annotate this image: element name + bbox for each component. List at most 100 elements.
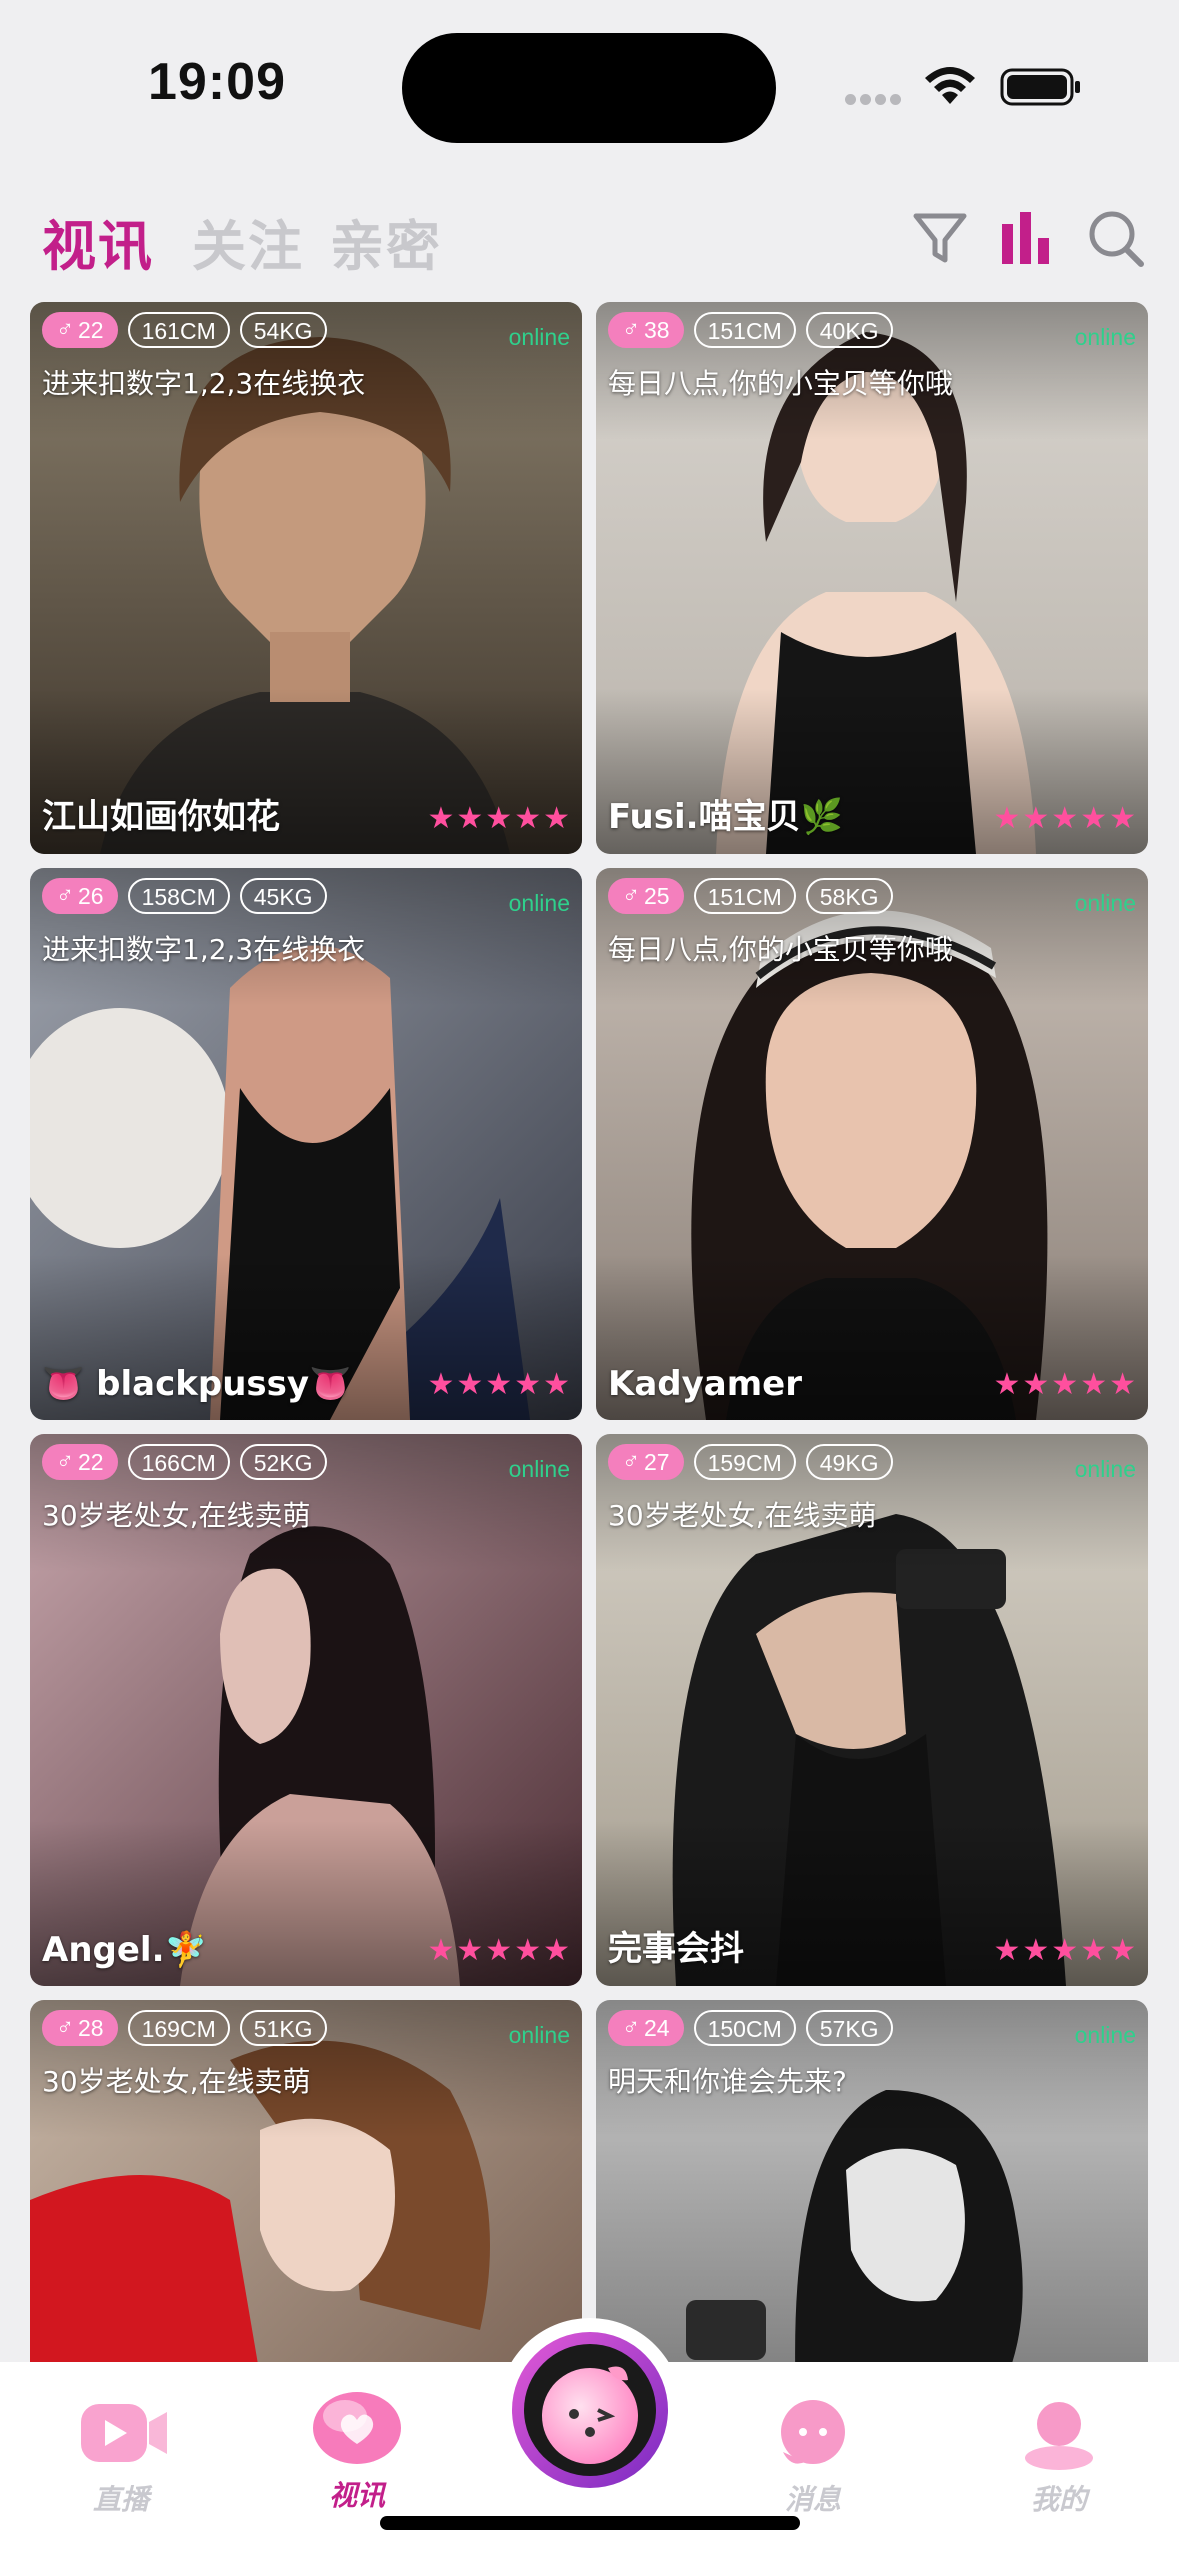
star-icon: ★ [993,1368,1021,1401]
user-card[interactable]: ♂ 28 169CM 51KG online 30岁老处女,在线卖萌 [30,2000,582,2362]
height-tag: 150CM [693,2010,796,2046]
online-status: online [508,890,570,916]
nav-label: 我的 [1030,2483,1087,2516]
online-status: online [1074,2022,1136,2048]
rating-stars: ★ ★ ★ ★ ★ [993,1370,1136,1400]
card-tags: ♂ 25 151CM 58KG [608,878,893,916]
star-icon: ★ [514,1368,542,1401]
weight-tag: 40KG [805,312,893,348]
video-chat-icon [313,2392,401,2464]
wifi-icon [925,67,975,104]
user-card[interactable]: ♂ 22 161CM 54KG online 进来扣数字1,2,3在线换衣 江山如… [30,302,582,854]
rating-stars: ★ ★ ★ ★ ★ [427,804,570,834]
male-icon: ♂ [622,2014,640,2041]
user-card[interactable]: ♂ 25 151CM 58KG online 每日八点,你的小宝贝等你哦 Kady… [596,868,1148,1420]
online-status: online [508,1456,570,1482]
gender-age-badge: ♂ 27 [608,1444,684,1480]
star-icon: ★ [456,802,484,835]
star-icon: ★ [1080,1368,1108,1401]
card-tags: ♂ 22 161CM 54KG [42,312,327,350]
filter-icon[interactable] [910,204,970,270]
height-tag: 158CM [127,878,230,914]
message-icon [781,2400,845,2464]
card-intro: 明天和你谁会先来? [608,2065,847,2098]
nav-item-video[interactable]: 视讯 [282,2380,432,2514]
nav-label: 消息 [784,2483,841,2516]
gender-age-badge: ♂ 28 [42,2010,118,2046]
male-icon: ♂ [56,316,74,343]
weight-tag: 54KG [239,312,327,348]
tab-follow[interactable]: 关注 [192,202,304,281]
star-icon: ★ [427,802,455,835]
star-icon: ★ [485,1368,513,1401]
male-icon: ♂ [56,882,74,909]
tab-intimate[interactable]: 亲密 [330,202,442,281]
user-card[interactable]: ♂ 26 158CM 45KG online 进来扣数字1,2,3在线换衣 👅 b… [30,868,582,1420]
card-intro: 每日八点,你的小宝贝等你哦 [608,367,953,400]
star-icon: ★ [1022,802,1050,835]
weight-tag: 57KG [805,2010,893,2046]
height-tag: 166CM [127,1444,230,1480]
rating-stars: ★ ★ ★ ★ ★ [993,804,1136,834]
search-icon[interactable] [1086,204,1146,270]
height-tag: 151CM [693,312,796,348]
status-time: 19:09 [148,53,286,111]
age: 25 [644,883,670,909]
user-card[interactable]: ♂ 24 150CM 57KG online 明天和你谁会先来? [596,2000,1148,2362]
gender-age-badge: ♂ 38 [608,312,684,348]
home-indicator [380,2516,800,2530]
age: 24 [644,2015,670,2041]
age: 38 [644,317,670,343]
card-tags: ♂ 27 159CM 49KG [608,1444,893,1482]
star-icon: ★ [993,1934,1021,1967]
height-tag: 151CM [693,878,796,914]
gender-age-badge: ♂ 24 [608,2010,684,2046]
gender-age-badge: ♂ 22 [42,1444,118,1480]
star-icon: ★ [485,1934,513,1967]
card-intro: 进来扣数字1,2,3在线换衣 [42,367,366,400]
user-card[interactable]: ♂ 27 159CM 49KG online 30岁老处女,在线卖萌 完事会抖 ★… [596,1434,1148,1986]
card-tags: ♂ 22 166CM 52KG [42,1444,327,1482]
nav-item-profile[interactable]: 我的 [984,2392,1134,2518]
live-video-icon [81,2404,167,2462]
height-tag: 169CM [127,2010,230,2046]
age: 28 [78,2015,104,2041]
nav-label: 视讯 [328,2479,385,2512]
gender-age-badge: ♂ 26 [42,878,118,914]
weight-tag: 49KG [805,1444,893,1480]
tab-video[interactable]: 视讯 [42,202,154,281]
center-action-button[interactable] [498,2318,682,2502]
card-nickname: Angel.🧚 [42,1930,207,1970]
user-card[interactable]: ♂ 38 151CM 40KG online 每日八点,你的小宝贝等你哦 Fusi… [596,302,1148,854]
male-icon: ♂ [56,1448,74,1475]
nav-item-live[interactable]: 直播 [46,2392,196,2518]
age: 26 [78,883,104,909]
gender-age-badge: ♂ 25 [608,878,684,914]
user-card[interactable]: ♂ 22 166CM 52KG online 30岁老处女,在线卖萌 Angel.… [30,1434,582,1986]
card-tags: ♂ 26 158CM 45KG [42,878,327,916]
star-icon: ★ [1022,1934,1050,1967]
rating-stars: ★ ★ ★ ★ ★ [993,1936,1136,1966]
card-intro: 每日八点,你的小宝贝等你哦 [608,933,953,966]
height-tag: 159CM [693,1444,796,1480]
star-icon: ★ [1109,1934,1136,1967]
star-icon: ★ [993,802,1021,835]
nav-item-messages[interactable]: 消息 [738,2392,888,2518]
star-icon: ★ [1080,1934,1108,1967]
star-icon: ★ [456,1368,484,1401]
star-icon: ★ [514,802,542,835]
star-icon: ★ [1109,1368,1136,1401]
card-nickname: Fusi.喵宝贝🌿 [608,797,843,837]
card-intro: 进来扣数字1,2,3在线换衣 [42,933,366,966]
card-intro: 30岁老处女,在线卖萌 [42,2065,311,2098]
rating-stars: ★ ★ ★ ★ ★ [427,1936,570,1966]
star-icon: ★ [1022,1368,1050,1401]
rank-icon[interactable] [998,204,1058,270]
card-tags: ♂ 38 151CM 40KG [608,312,893,350]
cellular-signal-icon [845,92,905,105]
card-tags: ♂ 28 169CM 51KG [42,2010,327,2048]
card-intro: 30岁老处女,在线卖萌 [608,1499,877,1532]
online-status: online [1074,324,1136,350]
weight-tag: 58KG [805,878,893,914]
age: 22 [78,1449,104,1475]
